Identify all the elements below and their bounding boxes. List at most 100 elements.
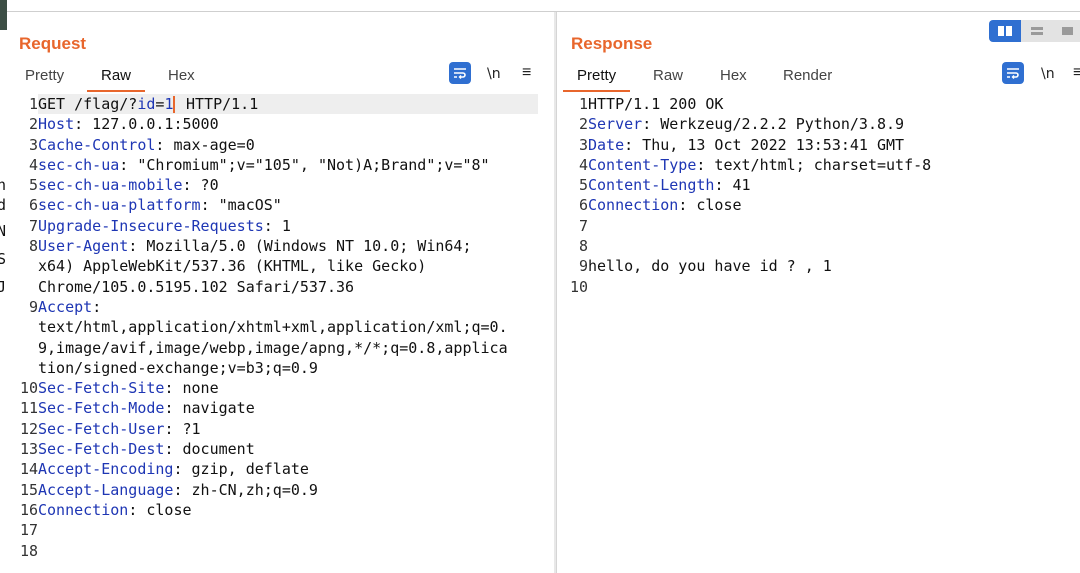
code-line: 10 [557, 277, 1080, 297]
response-wrap-button[interactable] [1002, 62, 1024, 86]
line-number: 3 [28, 135, 38, 154]
line-text: Cache-Control: max-age=0 [38, 135, 538, 155]
line-text: GET /flag/?id=1 HTTP/1.1 [38, 94, 538, 115]
request-wrap-button[interactable] [449, 62, 471, 86]
edge-letter: S [0, 250, 7, 268]
header-value: : Thu, 13 Oct 2022 13:53:41 GMT [624, 135, 905, 154]
code-line: 8 User-Agent: Mozilla/5.0 (Windows NT 10.… [7, 236, 554, 256]
line-text [588, 236, 1080, 256]
tab-request-hex[interactable]: Hex [168, 64, 195, 94]
line-number: 6 [28, 196, 38, 215]
line-text: Sec-Fetch-Site: none [38, 378, 538, 398]
line-text: Connection: close [588, 195, 1080, 215]
line-text: sec-ch-ua-mobile: ?0 [38, 175, 538, 195]
line-number [7, 358, 38, 378]
line-number: 11 [19, 399, 38, 418]
line-text: tion/signed-exchange;v=b3;q=0.9 [38, 358, 538, 378]
code-line: 7 Upgrade-Insecure-Requests: 1 [7, 216, 554, 236]
line-text: Sec-Fetch-User: ?1 [38, 419, 538, 439]
tab-response-pretty[interactable]: Pretty [562, 64, 631, 94]
code-line: 12 Sec-Fetch-User: ?1 [7, 419, 554, 439]
line-number: 9 [578, 257, 588, 276]
response-viewer[interactable]: 1 HTTP/1.1 200 OK 2 Server: Werkzeug/2.2.2 … [557, 94, 1080, 297]
layout-toggle [989, 20, 1080, 42]
code-line: 8 [557, 236, 1080, 256]
line-number: 8 [578, 237, 588, 256]
tab-request-raw[interactable]: Raw [86, 64, 146, 94]
tab-response-hex[interactable]: Hex [720, 64, 747, 94]
code-line: 3 Date: Thu, 13 Oct 2022 13:53:41 GMT [557, 135, 1080, 155]
line-text: Accept-Encoding: gzip, deflate [38, 459, 538, 479]
line-text: Chrome/105.0.5195.102 Safari/537.36 [38, 277, 538, 297]
code-line: 5 sec-ch-ua-mobile: ?0 [7, 175, 554, 195]
header-value: : max-age=0 [155, 135, 255, 154]
header-value: : close [128, 500, 192, 519]
header-value: hello, do you have id ? , 1 [588, 257, 832, 276]
header-name: sec-ch-ua-mobile [38, 176, 183, 195]
line-text: sec-ch-ua-platform: "macOS" [38, 195, 538, 215]
line-text: Date: Thu, 13 Oct 2022 13:53:41 GMT [588, 135, 1080, 155]
code-line: 5 Content-Length: 41 [557, 175, 1080, 195]
tab-request-pretty[interactable]: Pretty [25, 64, 64, 94]
line-text: User-Agent: Mozilla/5.0 (Windows NT 10.0… [38, 236, 538, 256]
tab-response-render[interactable]: Render [783, 64, 832, 94]
header-name: Sec-Fetch-Dest [38, 440, 165, 459]
code-line: 10 Sec-Fetch-Site: none [7, 378, 554, 398]
response-menu-icon[interactable]: ≡ [1073, 62, 1080, 86]
header-value: Chrome/105.0.5195.102 Safari/537.36 [38, 277, 355, 296]
header-value: : text/html; charset=utf-8 [696, 155, 932, 174]
line-number: 4 [578, 155, 588, 174]
line-text: hello, do you have id ? , 1 [588, 256, 1080, 276]
layout-stacked-button[interactable] [1021, 20, 1053, 42]
layout-side-by-side-button[interactable] [989, 20, 1021, 42]
header-value: : none [164, 379, 219, 398]
header-value: : Werkzeug/2.2.2 Python/3.8.9 [642, 115, 905, 134]
background-window-edge: h d N S J [0, 0, 7, 573]
line-text: Content-Type: text/html; charset=utf-8 [588, 155, 1080, 175]
tab-response-raw[interactable]: Raw [653, 64, 683, 94]
edge-letter: h [0, 176, 7, 194]
line-number: 12 [19, 419, 38, 438]
line-number: 5 [28, 176, 38, 195]
line-number: 10 [569, 277, 588, 296]
code-line: 18 [7, 541, 554, 561]
edge-letter: d [0, 196, 7, 214]
line-number: 2 [578, 115, 588, 134]
header-value: : navigate [164, 399, 255, 418]
request-menu-icon[interactable]: ≡ [522, 62, 531, 86]
code-line: 15 Accept-Language: zh-CN,zh;q=0.9 [7, 480, 554, 500]
response-title: Response [571, 34, 653, 53]
line-number: 3 [578, 135, 588, 154]
code-line: 9 Accept: [7, 297, 554, 317]
header-value: : ?1 [164, 419, 201, 438]
header-name: Date [588, 135, 625, 154]
request-tabs: Pretty Raw Hex [7, 64, 554, 94]
header-name: Server [588, 115, 643, 134]
header-name: Connection [38, 500, 129, 519]
line-text [588, 277, 1080, 297]
line-number: 16 [19, 500, 38, 519]
line-text: 9,image/avif,image/webp,image/apng,*/*;q… [38, 338, 538, 358]
header-value: HTTP/1.1 200 OK [588, 95, 724, 113]
layout-tabs-button[interactable] [1053, 20, 1080, 42]
code-line: 7 [557, 216, 1080, 236]
request-editor[interactable]: 1 GET /flag/?id=1 HTTP/1.1 2 Host: 127.0.0.… [7, 94, 554, 561]
wrap-lines-icon [449, 62, 471, 84]
header-value: GET /flag/? [38, 95, 138, 113]
line-number [7, 317, 38, 337]
request-newline-button[interactable]: \n [487, 62, 501, 86]
header-name: id [137, 95, 156, 113]
text-cursor [173, 96, 175, 113]
line-text [38, 541, 538, 561]
wrap-lines-icon [1002, 62, 1024, 84]
code-line: 4 Content-Type: text/html; charset=utf-8 [557, 155, 1080, 175]
single-pane-icon [1061, 27, 1073, 35]
header-name: Content-Type [588, 155, 697, 174]
line-number: 7 [578, 216, 588, 235]
line-number: 10 [19, 379, 38, 398]
header-name: sec-ch-ua-platform [38, 196, 201, 215]
line-text: Sec-Fetch-Dest: document [38, 439, 538, 459]
line-text: Accept: [38, 297, 538, 317]
line-text: Server: Werkzeug/2.2.2 Python/3.8.9 [588, 114, 1080, 134]
response-newline-button[interactable]: \n [1041, 62, 1055, 86]
